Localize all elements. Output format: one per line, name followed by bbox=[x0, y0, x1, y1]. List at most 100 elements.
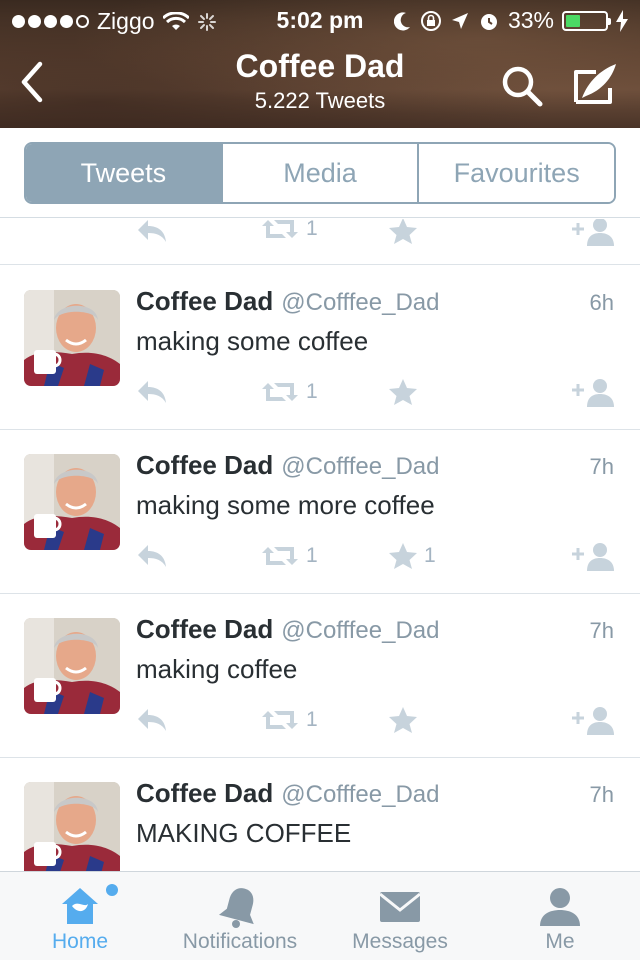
user-icon bbox=[540, 888, 580, 926]
tab-messages-label: Messages bbox=[352, 930, 448, 953]
add-user-icon bbox=[572, 707, 614, 735]
location-arrow-icon bbox=[451, 12, 468, 29]
bell-icon bbox=[218, 888, 254, 928]
favorite-button[interactable] bbox=[388, 374, 424, 410]
compose-quill-icon bbox=[574, 64, 616, 104]
tweet-time: 7h bbox=[589, 618, 614, 643]
follow-button[interactable] bbox=[572, 702, 616, 738]
tweet-text: MAKING COFFEE bbox=[136, 818, 352, 848]
charging-bolt-icon bbox=[616, 9, 628, 32]
tweet-author[interactable]: Coffee Dad @Cofffee_Dad bbox=[136, 778, 440, 809]
tweet-timeline[interactable]: 1 Coffee Dad @Cofffee_Dad 6h making some… bbox=[0, 219, 640, 871]
add-user-icon bbox=[572, 543, 614, 571]
tweet-actions: 1 1 bbox=[136, 538, 620, 574]
tab-me[interactable]: Me bbox=[480, 872, 640, 960]
avatar[interactable] bbox=[24, 782, 120, 871]
tweet-actions: 1 bbox=[136, 702, 620, 738]
reply-icon bbox=[138, 381, 166, 403]
follow-button[interactable] bbox=[572, 374, 616, 410]
add-user-icon bbox=[572, 379, 614, 407]
envelope-icon bbox=[379, 892, 421, 922]
tweet-time: 7h bbox=[589, 454, 614, 479]
search-button[interactable] bbox=[498, 62, 546, 110]
tweet-actions: 1 bbox=[136, 374, 620, 410]
author-name: Coffee Dad bbox=[136, 614, 274, 644]
author-name: Coffee Dad bbox=[136, 778, 274, 808]
new-content-dot bbox=[106, 884, 118, 896]
segmented-control: Tweets Media Favourites bbox=[24, 142, 616, 204]
compose-tweet-button[interactable] bbox=[570, 58, 622, 110]
tweet-author[interactable]: Coffee Dad @Cofffee_Dad bbox=[136, 286, 440, 317]
retweet-count: 1 bbox=[306, 544, 318, 567]
rotation-lock-icon bbox=[420, 10, 441, 31]
tweet-author[interactable]: Coffee Dad @Cofffee_Dad bbox=[136, 450, 440, 481]
tab-tweets[interactable]: Tweets bbox=[26, 144, 223, 202]
tab-me-label: Me bbox=[545, 930, 575, 953]
nav-bar: Coffee Dad 5.222 Tweets bbox=[0, 40, 640, 128]
favorite-button[interactable] bbox=[388, 219, 418, 249]
author-name: Coffee Dad bbox=[136, 286, 274, 316]
author-handle: @Cofffee_Dad bbox=[281, 617, 440, 644]
tab-home[interactable]: Home bbox=[0, 872, 160, 960]
add-user-icon bbox=[572, 219, 614, 246]
reply-button[interactable] bbox=[136, 538, 168, 574]
retweet-count: 1 bbox=[306, 219, 318, 240]
avatar[interactable] bbox=[24, 618, 120, 714]
author-handle: @Cofffee_Dad bbox=[281, 289, 440, 316]
reply-button[interactable] bbox=[136, 702, 168, 738]
search-icon bbox=[502, 66, 543, 107]
tweet-item[interactable]: Coffee Dad @Cofffee_Dad 7h MAKING COFFEE bbox=[0, 758, 640, 871]
favorite-count: 1 bbox=[424, 544, 436, 567]
retweet-button[interactable]: 1 bbox=[260, 538, 318, 574]
retweet-count: 1 bbox=[306, 380, 318, 403]
partial-tweet[interactable]: 1 bbox=[0, 219, 640, 265]
avatar[interactable] bbox=[24, 454, 120, 550]
favorite-button[interactable] bbox=[388, 702, 424, 738]
bottom-tab-bar: Home Notifications Messages Me bbox=[0, 871, 640, 960]
tab-favourites[interactable]: Favourites bbox=[419, 144, 614, 202]
follow-button[interactable] bbox=[572, 219, 616, 249]
tab-media[interactable]: Media bbox=[222, 144, 420, 202]
tab-notifications-label: Notifications bbox=[182, 930, 298, 953]
tweet-text: making some coffee bbox=[136, 326, 369, 356]
retweet-button[interactable]: 1 bbox=[260, 219, 318, 247]
star-icon bbox=[389, 379, 417, 405]
star-icon bbox=[389, 543, 417, 569]
battery-percent: 33% bbox=[507, 7, 554, 33]
status-bar: Ziggo 5:02 pm 33% bbox=[0, 0, 640, 40]
moon-icon bbox=[393, 11, 410, 30]
home-icon bbox=[62, 888, 98, 924]
tweet-item[interactable]: Coffee Dad @Cofffee_Dad 6h making some co… bbox=[0, 266, 640, 430]
profile-header: Ziggo 5:02 pm 33% Coffee Dad 5.222 Tweet… bbox=[0, 0, 640, 128]
tweet-item[interactable]: Coffee Dad @Cofffee_Dad 7h making some mo… bbox=[0, 430, 640, 594]
favorite-button[interactable]: 1 bbox=[388, 538, 436, 574]
reply-icon bbox=[138, 545, 166, 567]
tab-notifications[interactable]: Notifications bbox=[160, 872, 320, 960]
tab-messages[interactable]: Messages bbox=[320, 872, 480, 960]
battery-icon bbox=[562, 10, 611, 31]
alarm-icon bbox=[480, 13, 497, 30]
reply-button[interactable] bbox=[136, 374, 168, 410]
author-name: Coffee Dad bbox=[136, 450, 274, 480]
tweet-time: 6h bbox=[589, 290, 614, 315]
author-handle: @Cofffee_Dad bbox=[281, 453, 440, 480]
follow-button[interactable] bbox=[572, 538, 616, 574]
retweet-button[interactable]: 1 bbox=[260, 702, 318, 738]
profile-tab-bar: Tweets Media Favourites bbox=[0, 128, 640, 218]
tweet-author[interactable]: Coffee Dad @Cofffee_Dad bbox=[136, 614, 440, 645]
tweet-item[interactable]: Coffee Dad @Cofffee_Dad 7h making coffee … bbox=[0, 594, 640, 758]
reply-icon bbox=[138, 709, 166, 731]
reply-icon bbox=[138, 220, 166, 242]
retweet-icon bbox=[262, 220, 298, 238]
tweet-text: making some more coffee bbox=[136, 490, 435, 520]
reply-button[interactable] bbox=[136, 219, 168, 249]
tab-home-label: Home bbox=[51, 930, 109, 953]
tweet-text: making coffee bbox=[136, 654, 298, 684]
retweet-icon bbox=[262, 711, 298, 729]
avatar[interactable] bbox=[24, 290, 120, 386]
retweet-button[interactable]: 1 bbox=[260, 374, 318, 410]
retweet-count: 1 bbox=[306, 708, 318, 731]
author-handle: @Cofffee_Dad bbox=[281, 781, 440, 808]
tweet-time: 7h bbox=[589, 782, 614, 807]
star-icon bbox=[389, 219, 417, 244]
